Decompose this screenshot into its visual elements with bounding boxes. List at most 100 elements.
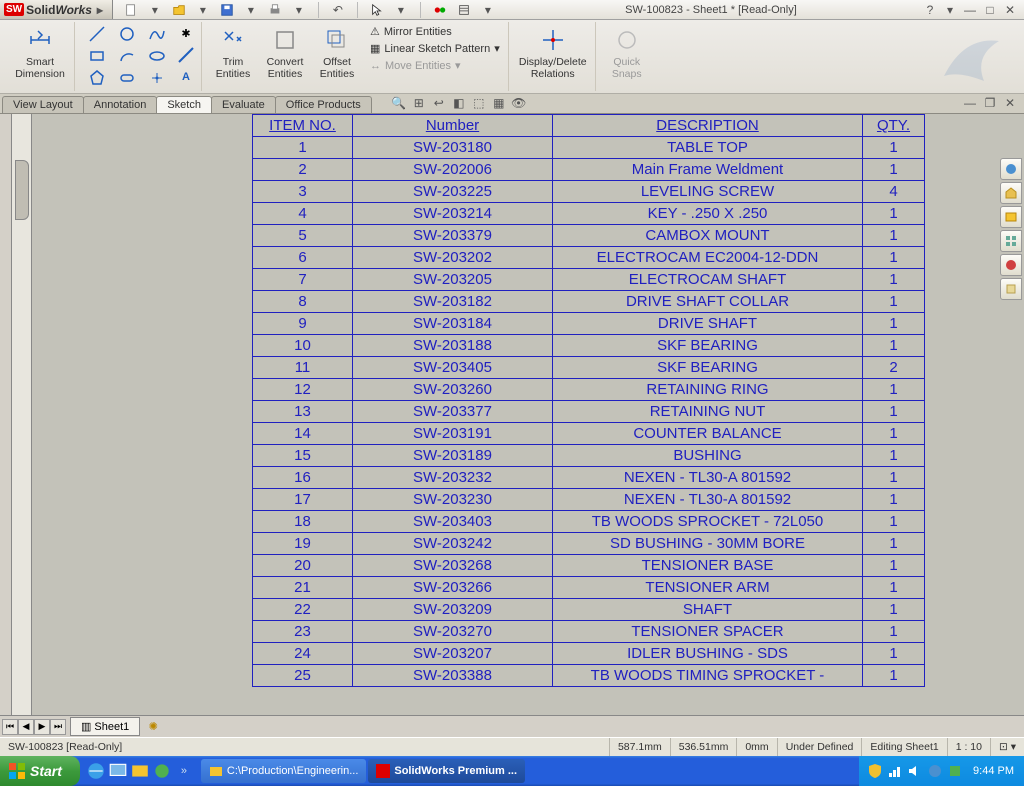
- bom-cell-qty[interactable]: 1: [863, 555, 925, 577]
- bom-cell-qty[interactable]: 1: [863, 599, 925, 621]
- bom-cell-number[interactable]: SW-203214: [353, 203, 553, 225]
- ql-app-icon[interactable]: [152, 761, 172, 781]
- bom-cell-number[interactable]: SW-203191: [353, 423, 553, 445]
- bom-cell-desc[interactable]: TABLE TOP: [553, 137, 863, 159]
- bom-cell-number[interactable]: SW-203230: [353, 489, 553, 511]
- bom-row[interactable]: 23SW-203270TENSIONER SPACER1: [253, 621, 925, 643]
- bom-cell-item[interactable]: 21: [253, 577, 353, 599]
- zoom-fit-icon[interactable]: 🔍: [391, 95, 407, 111]
- bom-cell-item[interactable]: 14: [253, 423, 353, 445]
- chamfer-icon[interactable]: [177, 46, 195, 64]
- bom-cell-number[interactable]: SW-203388: [353, 665, 553, 687]
- bom-cell-desc[interactable]: TENSIONER ARM: [553, 577, 863, 599]
- bom-cell-item[interactable]: 22: [253, 599, 353, 621]
- minimize-icon[interactable]: —: [962, 2, 978, 18]
- help-icon[interactable]: ?: [922, 2, 938, 18]
- bom-cell-qty[interactable]: 1: [863, 621, 925, 643]
- doc-minimize-icon[interactable]: —: [962, 95, 978, 111]
- bom-cell-number[interactable]: SW-203189: [353, 445, 553, 467]
- bom-cell-qty[interactable]: 4: [863, 181, 925, 203]
- bom-cell-desc[interactable]: KEY - .250 X .250: [553, 203, 863, 225]
- bom-cell-desc[interactable]: SD BUSHING - 30MM BORE: [553, 533, 863, 555]
- bom-cell-desc[interactable]: LEVELING SCREW: [553, 181, 863, 203]
- ql-desktop-icon[interactable]: [108, 761, 128, 781]
- view-orientation-icon[interactable]: ⬚: [471, 95, 487, 111]
- new-dropdown-icon[interactable]: ▾: [147, 2, 163, 18]
- bom-row[interactable]: 16SW-203232NEXEN - TL30-A 8015921: [253, 467, 925, 489]
- bom-cell-number[interactable]: SW-202006: [353, 159, 553, 181]
- close-icon[interactable]: ✕: [1002, 2, 1018, 18]
- bom-cell-number[interactable]: SW-203405: [353, 357, 553, 379]
- bom-cell-item[interactable]: 16: [253, 467, 353, 489]
- start-button[interactable]: Start: [0, 756, 80, 786]
- bom-cell-number[interactable]: SW-203377: [353, 401, 553, 423]
- bom-cell-desc[interactable]: TENSIONER BASE: [553, 555, 863, 577]
- offset-entities-button[interactable]: Offset Entities: [314, 24, 360, 82]
- maximize-icon[interactable]: □: [982, 2, 998, 18]
- linear-pattern-button[interactable]: ▦Linear Sketch Pattern▾: [368, 41, 502, 56]
- taskpane-resources-icon[interactable]: [1000, 158, 1022, 180]
- system-tray[interactable]: 9:44 PM: [859, 756, 1024, 786]
- drawing-sheet[interactable]: ITEM NO. Number DESCRIPTION QTY. 1SW-203…: [32, 114, 1024, 715]
- bom-cell-desc[interactable]: ELECTROCAM EC2004-12-DDN: [553, 247, 863, 269]
- display-style-icon[interactable]: ▦: [491, 95, 507, 111]
- bom-row[interactable]: 2SW-202006Main Frame Weldment1: [253, 159, 925, 181]
- bom-cell-desc[interactable]: SKF BEARING: [553, 357, 863, 379]
- bom-cell-number[interactable]: SW-203202: [353, 247, 553, 269]
- bom-cell-qty[interactable]: 1: [863, 511, 925, 533]
- print-dropdown-icon[interactable]: ▾: [291, 2, 307, 18]
- slot-icon[interactable]: [118, 69, 136, 87]
- circle-icon[interactable]: [118, 25, 136, 43]
- open-icon[interactable]: [171, 2, 187, 18]
- bom-row[interactable]: 3SW-203225LEVELING SCREW4: [253, 181, 925, 203]
- bom-cell-item[interactable]: 6: [253, 247, 353, 269]
- bom-row[interactable]: 14SW-203191COUNTER BALANCE1: [253, 423, 925, 445]
- bom-row[interactable]: 17SW-203230NEXEN - TL30-A 8015921: [253, 489, 925, 511]
- bom-row[interactable]: 8SW-203182DRIVE SHAFT COLLAR1: [253, 291, 925, 313]
- bom-cell-number[interactable]: SW-203266: [353, 577, 553, 599]
- bom-cell-desc[interactable]: SKF BEARING: [553, 335, 863, 357]
- sheet-first-icon[interactable]: ⏮: [2, 719, 18, 735]
- taskpane-custom-icon[interactable]: [1000, 278, 1022, 300]
- bom-cell-item[interactable]: 5: [253, 225, 353, 247]
- text-icon[interactable]: A: [177, 68, 195, 86]
- bom-row[interactable]: 12SW-203260RETAINING RING1: [253, 379, 925, 401]
- bom-cell-number[interactable]: SW-203205: [353, 269, 553, 291]
- bom-cell-item[interactable]: 9: [253, 313, 353, 335]
- bom-row[interactable]: 19SW-203242SD BUSHING - 30MM BORE1: [253, 533, 925, 555]
- bom-cell-qty[interactable]: 1: [863, 489, 925, 511]
- select-dropdown-icon[interactable]: ▾: [393, 2, 409, 18]
- bom-cell-qty[interactable]: 1: [863, 533, 925, 555]
- bom-cell-item[interactable]: 19: [253, 533, 353, 555]
- bom-cell-number[interactable]: SW-203184: [353, 313, 553, 335]
- select-icon[interactable]: [369, 2, 385, 18]
- zoom-area-icon[interactable]: ⊞: [411, 95, 427, 111]
- bom-row[interactable]: 15SW-203189BUSHING1: [253, 445, 925, 467]
- sheet-prev-icon[interactable]: ◀: [18, 719, 34, 735]
- point-icon[interactable]: [148, 69, 166, 87]
- doc-restore-icon[interactable]: ❐: [982, 95, 998, 111]
- tab-view-layout[interactable]: View Layout: [2, 96, 84, 113]
- tray-app1-icon[interactable]: [927, 763, 943, 779]
- bom-cell-qty[interactable]: 1: [863, 401, 925, 423]
- bom-cell-desc[interactable]: DRIVE SHAFT: [553, 313, 863, 335]
- bom-cell-desc[interactable]: Main Frame Weldment: [553, 159, 863, 181]
- ellipse-icon[interactable]: [148, 47, 166, 65]
- bom-cell-qty[interactable]: 1: [863, 665, 925, 687]
- bom-cell-number[interactable]: SW-203225: [353, 181, 553, 203]
- ql-explorer-icon[interactable]: [130, 761, 150, 781]
- bom-cell-qty[interactable]: 1: [863, 313, 925, 335]
- bom-cell-number[interactable]: SW-203209: [353, 599, 553, 621]
- bom-cell-item[interactable]: 23: [253, 621, 353, 643]
- bom-cell-item[interactable]: 4: [253, 203, 353, 225]
- tab-evaluate[interactable]: Evaluate: [211, 96, 276, 113]
- options-dropdown-icon[interactable]: ▾: [480, 2, 496, 18]
- bom-cell-number[interactable]: SW-203207: [353, 643, 553, 665]
- spline-icon[interactable]: [148, 25, 166, 43]
- bom-cell-qty[interactable]: 1: [863, 225, 925, 247]
- tray-app2-icon[interactable]: [947, 763, 963, 779]
- bom-cell-qty[interactable]: 1: [863, 247, 925, 269]
- save-dropdown-icon[interactable]: ▾: [243, 2, 259, 18]
- help-dropdown-icon[interactable]: ▾: [942, 2, 958, 18]
- taskbar-item-explorer[interactable]: C:\Production\Engineerin...: [201, 759, 366, 783]
